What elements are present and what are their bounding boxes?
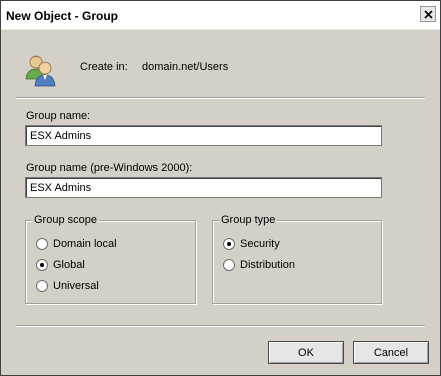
window-title: New Object - Group (6, 9, 119, 23)
radio-security[interactable]: Security (223, 238, 280, 250)
title-bar: New Object - Group (1, 1, 440, 30)
radio-label: Distribution (240, 259, 296, 271)
radio-button[interactable] (36, 259, 48, 271)
create-in-label: Create in: (80, 61, 128, 73)
ok-button[interactable]: OK (268, 341, 344, 364)
close-icon (423, 9, 433, 19)
group-name-label: Group name: (26, 110, 91, 122)
radio-selected-dot (227, 242, 231, 246)
group-name-pre2000-input[interactable] (25, 177, 382, 198)
group-name-pre2000-label: Group name (pre-Windows 2000): (26, 162, 193, 174)
group-name-input[interactable] (25, 125, 382, 146)
group-type-box: Group type Security Distribution (212, 214, 382, 304)
radio-label: Domain local (53, 238, 117, 250)
radio-button[interactable] (223, 259, 235, 271)
new-object-group-dialog: New Object - Group Create in: domain.net… (0, 0, 441, 376)
radio-label: Global (53, 259, 85, 271)
radio-domain-local[interactable]: Domain local (36, 238, 117, 250)
create-in-path: domain.net/Users (142, 61, 229, 73)
separator-bottom (16, 325, 425, 327)
radio-distribution[interactable]: Distribution (223, 259, 295, 271)
close-button[interactable] (420, 6, 436, 22)
radio-button[interactable] (223, 238, 235, 250)
group-type-legend: Group type (219, 214, 278, 226)
radio-button[interactable] (36, 280, 48, 292)
group-users-icon (25, 55, 56, 87)
radio-label: Universal (53, 280, 99, 292)
radio-button[interactable] (36, 238, 48, 250)
radio-selected-dot (40, 263, 44, 267)
radio-universal[interactable]: Universal (36, 280, 99, 292)
radio-label: Security (240, 238, 280, 250)
cancel-button[interactable]: Cancel (353, 341, 429, 364)
group-scope-legend: Group scope (32, 214, 99, 226)
radio-global[interactable]: Global (36, 259, 85, 271)
group-scope-box: Group scope Domain local Global Universa… (25, 214, 196, 304)
separator-top (16, 97, 425, 99)
